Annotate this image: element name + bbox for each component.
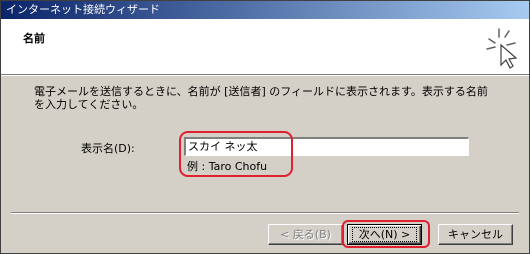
title-bar: インターネット接続ウィザード	[1, 1, 529, 19]
display-name-input[interactable]	[184, 137, 469, 156]
instruction-text: 電子メールを送信するときに、名前が [送信者] のフィールドに表示されます。表示…	[34, 85, 488, 111]
header-divider	[1, 74, 529, 76]
display-name-label: 表示名(D):	[81, 142, 135, 155]
wizard-window: インターネット接続ウィザード 名前 電子メールを送信するときに、名前が [送信者…	[0, 0, 530, 254]
wizard-sparkle-icon	[486, 28, 518, 69]
page-title: 名前	[23, 32, 45, 45]
next-button[interactable]: 次へ(N) >	[347, 224, 422, 245]
next-button-label: 次へ(N) >	[351, 227, 418, 242]
footer-divider	[11, 212, 519, 214]
window-title: インターネット接続ウィザード	[6, 3, 160, 16]
wizard-header: 名前	[1, 19, 529, 74]
cancel-button[interactable]: キャンセル	[438, 224, 513, 245]
example-text: 例 : Taro Chofu	[187, 160, 268, 173]
back-button[interactable]: < 戻る(B)	[268, 224, 343, 245]
